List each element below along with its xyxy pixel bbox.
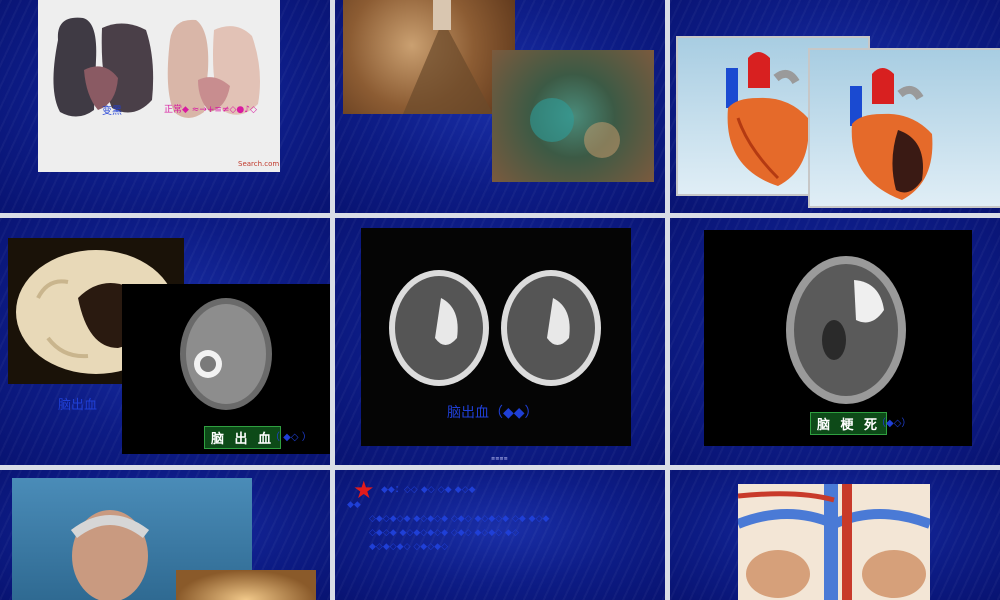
text-slide-heading: ◆◆：◇◇ ◆◇ ◇◆ ◆◇◆ bbox=[381, 485, 476, 495]
lungs-caption-left: 变黑 bbox=[102, 106, 122, 117]
slide-anatomy[interactable] bbox=[670, 470, 1000, 600]
heart-infarct-photo bbox=[808, 48, 1000, 208]
anatomy-illustration bbox=[738, 484, 930, 600]
anatomy-photo bbox=[738, 484, 930, 600]
ct-slide-number: ≡≡≡≡ bbox=[491, 456, 508, 462]
ct-panel: 脑出血（◆◆） bbox=[361, 228, 631, 446]
mri-panel: 脑 梗 死 （◆◇） bbox=[704, 230, 972, 446]
mri-infarct-paren: （◆◇） bbox=[876, 418, 912, 429]
lungs-photo: 变黑 正常◆ ≈→+≡≠◇●♪◇ Search.com bbox=[38, 0, 280, 172]
lungs-illustration bbox=[53, 17, 260, 119]
liver-photo-1 bbox=[343, 0, 515, 114]
lungs-caption-right: 正常◆ ≈→+≡≠◇●♪◇ bbox=[164, 105, 257, 115]
text-slide-line1: ◆◆ bbox=[347, 500, 361, 510]
slide-mri-infarct[interactable]: 脑 梗 死 （◆◇） bbox=[670, 218, 1000, 465]
patient-inset-photo bbox=[176, 570, 316, 600]
slide-liver[interactable] bbox=[335, 0, 665, 213]
liver-texture-2 bbox=[530, 98, 620, 158]
heart-infarct-icon bbox=[850, 68, 933, 200]
liver-texture-1 bbox=[403, 0, 493, 114]
slide-patient[interactable] bbox=[0, 470, 330, 600]
text-slide-paragraph: ◇◆◇◆◇◆ ◆◇◆◇◆ ◇◆◇ ◆◇◆◇◆ ◇◆ ◆◇◆ ◇◆◇◆ ◆◇◆◇◆… bbox=[369, 514, 550, 552]
liver-photo-2 bbox=[492, 50, 654, 182]
ct-caption: 脑出血（◆◆） bbox=[447, 405, 539, 421]
slide-ct-hemorrhage[interactable]: 脑出血（◆◆） ≡≡≡≡ bbox=[335, 218, 665, 465]
brain-hemorrhage-caption: 脑出血 bbox=[58, 398, 98, 413]
lungs-watermark: Search.com bbox=[238, 160, 280, 168]
brain-mri-panel: 脑 出 血 （ ◆◇ ） bbox=[122, 284, 330, 454]
slide-hearts[interactable] bbox=[670, 0, 1000, 213]
brain-hemorrhage-paren: （ ◆◇ ） bbox=[270, 432, 312, 443]
slide-lungs[interactable]: 变黑 正常◆ ≈→+≡≠◇●♪◇ Search.com bbox=[0, 0, 330, 213]
slide-text[interactable]: ★ ◆◆：◇◇ ◆◇ ◇◆ ◆◇◆ ◆◆ ◇◆◇◆◇◆ ◆◇◆◇◆ ◇◆◇ ◆◇… bbox=[335, 470, 665, 600]
slide-brain-hemorrhage[interactable]: 脑 出 血 （ ◆◇ ） 脑出血 bbox=[0, 218, 330, 465]
